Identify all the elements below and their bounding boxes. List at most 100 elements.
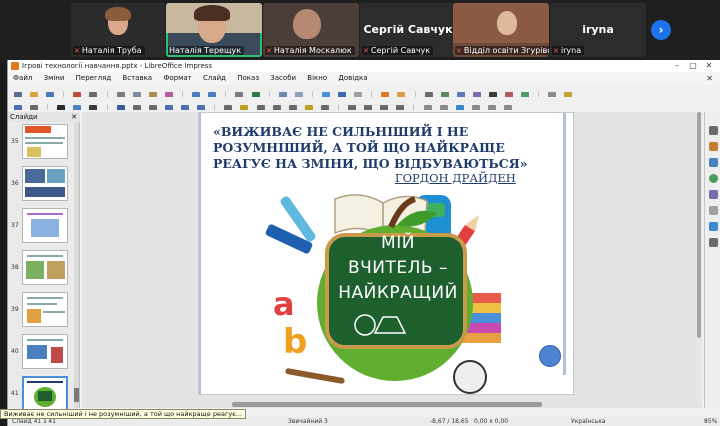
- 3d-objects-icon[interactable]: [320, 105, 329, 110]
- menu-window[interactable]: Вікно: [307, 74, 327, 82]
- slide-thumbnail-38[interactable]: [22, 250, 68, 285]
- canvas-vertical-scrollbar-thumb[interactable]: [697, 112, 701, 338]
- slides-pane-scrollbar[interactable]: [74, 122, 79, 408]
- toggle-extrusion-icon[interactable]: [504, 105, 512, 110]
- rectangle-icon[interactable]: [132, 105, 141, 110]
- insert-text-icon[interactable]: [57, 105, 66, 110]
- slide-thumbnail-35[interactable]: [22, 124, 68, 159]
- slide-layout-icon[interactable]: [321, 92, 330, 97]
- undo-icon[interactable]: [192, 92, 201, 97]
- participant-tile-5[interactable]: ✕Відділ освіти Згурівської ...: [453, 3, 549, 57]
- new-icon[interactable]: [14, 92, 22, 97]
- sidebar-styles-icon[interactable]: [709, 206, 718, 215]
- menu-insert[interactable]: Вставка: [122, 74, 152, 82]
- participant-tile-4[interactable]: Сергій Савчук ✕ Сергій Савчук: [360, 3, 456, 57]
- connectors-icon[interactable]: [197, 105, 206, 110]
- menu-slide[interactable]: Слайд: [203, 74, 226, 82]
- maximize-button[interactable]: ▢: [685, 60, 701, 72]
- flowchart-icon[interactable]: [272, 105, 281, 110]
- zoom-pan-icon[interactable]: [30, 105, 39, 110]
- new-slide-icon[interactable]: [338, 92, 347, 97]
- glue-points-icon[interactable]: [487, 105, 496, 110]
- rotate-icon[interactable]: [348, 105, 357, 110]
- table-icon[interactable]: [424, 92, 433, 97]
- clone-formatting-icon[interactable]: [164, 92, 173, 97]
- slide-thumbnail-40[interactable]: [22, 334, 68, 369]
- comment-icon[interactable]: [564, 92, 573, 97]
- hyperlink-icon[interactable]: [548, 92, 557, 97]
- save-icon[interactable]: [46, 92, 55, 97]
- menu-edit[interactable]: Зміни: [44, 74, 65, 82]
- select-icon[interactable]: [14, 105, 22, 110]
- participant-tile-1[interactable]: ✕ Наталія Труба: [71, 3, 165, 57]
- fontwork-icon[interactable]: [521, 92, 530, 97]
- open-icon[interactable]: [30, 92, 39, 97]
- sidebar-gallery-icon[interactable]: [709, 222, 718, 231]
- display-grid-icon[interactable]: [278, 92, 287, 97]
- fill-color-icon[interactable]: [73, 105, 82, 110]
- spelling-icon[interactable]: [251, 92, 260, 97]
- lines-arrows-icon[interactable]: [164, 105, 173, 110]
- helplines-icon[interactable]: [294, 92, 303, 97]
- slide-author-text[interactable]: ГОРДОН ДРАЙДЕН: [395, 171, 516, 185]
- distribute-icon[interactable]: [396, 105, 405, 110]
- curves-icon[interactable]: [181, 105, 190, 110]
- align-icon[interactable]: [364, 105, 373, 110]
- canvas-horizontal-scrollbar[interactable]: [232, 402, 542, 407]
- arrange-icon[interactable]: [380, 105, 389, 110]
- slide-quote-text[interactable]: «ВИЖИВАЄ НЕ СИЛЬНІШИЙ І НЕ РОЗУМНІШИЙ, А…: [213, 124, 561, 172]
- status-language[interactable]: Українська: [571, 417, 606, 426]
- menu-file[interactable]: Файл: [13, 74, 32, 82]
- minimize-button[interactable]: –: [669, 60, 685, 72]
- image-icon[interactable]: [440, 92, 449, 97]
- sidebar-navigator-icon[interactable]: [709, 238, 718, 247]
- find-replace-icon[interactable]: [235, 92, 244, 97]
- participant-tile-2[interactable]: Наталія Терещук: [166, 3, 262, 57]
- crop-icon[interactable]: [439, 105, 448, 110]
- ellipse-icon[interactable]: [148, 105, 157, 110]
- points-icon[interactable]: [471, 105, 480, 110]
- shadow-icon[interactable]: [423, 105, 432, 110]
- menu-slideshow[interactable]: Показ: [237, 74, 259, 82]
- decorative-circle[interactable]: [539, 345, 561, 367]
- copy-icon[interactable]: [132, 92, 141, 97]
- slide-thumbnail-36[interactable]: [22, 166, 68, 201]
- callouts-icon[interactable]: [288, 105, 297, 110]
- slide-thumbnail-39[interactable]: [22, 292, 68, 327]
- block-arrows-icon[interactable]: [256, 105, 265, 110]
- close-pane-icon[interactable]: ✕: [71, 112, 77, 122]
- sidebar-slide-transition-icon[interactable]: [709, 158, 718, 167]
- slideshow-current-icon[interactable]: [397, 92, 406, 97]
- menu-help[interactable]: Довідка: [338, 74, 367, 82]
- line-color-icon[interactable]: [89, 105, 98, 110]
- symbol-shapes-icon[interactable]: [240, 105, 249, 110]
- slide-thumbnail-41[interactable]: [22, 376, 68, 411]
- redo-icon[interactable]: [208, 92, 217, 97]
- slides-pane-scrollbar-thumb[interactable]: [74, 388, 79, 402]
- cut-icon[interactable]: [116, 92, 125, 97]
- current-slide[interactable]: «ВИЖИВАЄ НЕ СИЛЬНІШИЙ І НЕ РОЗУМНІШИЙ, А…: [198, 112, 574, 395]
- line-icon[interactable]: [116, 105, 125, 110]
- filter-icon[interactable]: [455, 105, 464, 110]
- chart-icon[interactable]: [472, 92, 481, 97]
- sidebar-settings-icon[interactable]: [709, 126, 718, 135]
- menu-view[interactable]: Перегляд: [76, 74, 112, 82]
- participant-tile-6[interactable]: iryna ✕ iryna: [550, 3, 646, 57]
- menu-format[interactable]: Формат: [163, 74, 191, 82]
- special-character-icon[interactable]: [505, 92, 514, 97]
- menu-tools[interactable]: Засоби: [270, 74, 296, 82]
- duplicate-slide-icon[interactable]: [354, 92, 363, 97]
- close-window-button[interactable]: ✕: [701, 60, 717, 72]
- start-slideshow-icon[interactable]: [381, 92, 390, 97]
- sidebar-properties-icon[interactable]: [709, 142, 718, 151]
- basic-shapes-icon[interactable]: [224, 105, 233, 110]
- participant-tile-3[interactable]: ✕ Наталія Москалюк: [263, 3, 359, 57]
- text-box-icon[interactable]: [489, 92, 497, 97]
- sidebar-master-slides-icon[interactable]: [709, 190, 718, 199]
- print-icon[interactable]: [89, 92, 98, 97]
- paste-icon[interactable]: [148, 92, 157, 97]
- sidebar-animation-icon[interactable]: [709, 174, 718, 183]
- next-participants-button[interactable]: ›: [651, 20, 671, 40]
- status-zoom-level[interactable]: 85%: [704, 417, 717, 426]
- slide-thumbnail-37[interactable]: [22, 208, 68, 243]
